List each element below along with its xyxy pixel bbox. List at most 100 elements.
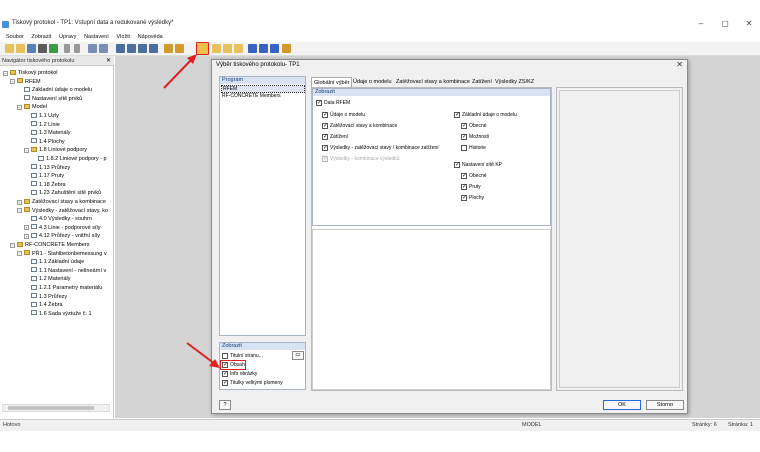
tree-item[interactable]: 4.12 Průřezy - vnitřní síly [31, 232, 100, 240]
tree-item[interactable]: 4.3 Linie - podporové síly [31, 224, 100, 232]
menu-upravy[interactable]: Úpravy [59, 32, 76, 42]
tree-item[interactable]: 1.2.1 Parametry materiálu [31, 284, 102, 292]
toolbar [0, 42, 760, 56]
tree-item[interactable]: Model [24, 103, 47, 111]
status-pages: Stránky: 6 [692, 422, 717, 428]
tree-expander[interactable]: + [24, 233, 29, 239]
mesh-surfaces-checkbox[interactable]: ✓ [461, 195, 467, 201]
tab-global-selection[interactable]: Globální výběr [311, 77, 353, 87]
magnify-out-icon[interactable] [138, 44, 147, 53]
menu-nastaveni[interactable]: Nastavení [84, 32, 109, 42]
minimize-icon[interactable]: – [694, 19, 708, 29]
tree-item[interactable]: Zatěžovací stavy a kombinace [24, 198, 106, 206]
tab-load-cases[interactable]: Zatěžovací stavy a kombinace [394, 77, 472, 87]
tree-expander[interactable]: − [17, 104, 22, 110]
data-rfem-checkbox[interactable]: ✓ [316, 100, 322, 106]
menu-soubor[interactable]: Soubor [6, 32, 24, 42]
tree-item[interactable]: 1.1 Uzly [31, 112, 59, 120]
magnify-in-icon[interactable] [127, 44, 136, 53]
tree-expander[interactable]: − [10, 242, 15, 248]
open-icon[interactable] [16, 44, 25, 53]
model-basic-checkbox[interactable]: ✓ [454, 112, 460, 118]
tree-item[interactable]: 1.4 Plochy [31, 138, 65, 146]
tree-item[interactable]: 1.6 Sada výztuže č. 1 [31, 310, 92, 318]
tree-item[interactable]: 1.1 Nastavení - nelineární v [31, 267, 106, 275]
program-item-rfem[interactable]: RFEM [221, 85, 305, 93]
tree-expander[interactable]: + [24, 225, 29, 231]
close-icon[interactable]: ✕ [106, 57, 111, 64]
link3-icon[interactable] [270, 44, 279, 53]
tree-item[interactable]: Nastavení sítě prvků [24, 95, 82, 103]
model-history-checkbox[interactable] [461, 145, 467, 151]
uppercase-titles-checkbox[interactable]: ✓ [222, 380, 228, 386]
tree-expander[interactable]: − [24, 147, 29, 153]
tab-model-data[interactable]: Údaje o modelu [351, 77, 394, 87]
mesh-members-checkbox[interactable]: ✓ [461, 184, 467, 190]
save-icon[interactable] [27, 44, 36, 53]
tree-item[interactable]: 1.2 Materiály [31, 275, 71, 283]
tree-item[interactable]: 1.2 Linie [31, 121, 60, 129]
mesh-surfaces-label: Plochy [469, 195, 485, 201]
tree-item[interactable]: RF-CONCRETE Members [17, 241, 89, 249]
tree-item[interactable]: Výsledky - zatěžovací stavy, ko [24, 207, 108, 215]
new-icon[interactable] [5, 44, 14, 53]
model-data-checkbox[interactable]: ✓ [322, 112, 328, 118]
tab-loads[interactable]: Zatížení [470, 77, 494, 87]
program-item-rf-concrete[interactable]: RF-CONCRETE Members [222, 93, 281, 99]
tree-item[interactable]: 1.18 Žebra [31, 181, 66, 189]
tree-expander[interactable]: − [10, 79, 15, 85]
link2-icon[interactable] [259, 44, 268, 53]
tab-content: Zobrazit ✓ Data RFEM ✓ Údaje o modelu ✓ … [311, 87, 552, 391]
print-icon[interactable] [38, 44, 47, 53]
tree-item[interactable]: 1.13 Průřezy [31, 164, 70, 172]
tree-expander[interactable]: − [17, 251, 22, 257]
results-lc-checkbox[interactable]: ✓ [322, 145, 328, 151]
cancel-button[interactable]: Storno [646, 400, 684, 410]
delete-icon[interactable] [234, 44, 243, 53]
menu-napoveda[interactable]: Nápověda [138, 32, 163, 42]
tree-item[interactable]: 1.17 Pruty [31, 172, 64, 180]
tree-item[interactable]: 1.23 Zahuštění sítě prvků [31, 189, 101, 197]
loads-checkbox[interactable]: ✓ [322, 134, 328, 140]
zoom-icon[interactable] [88, 44, 97, 53]
maximize-icon[interactable]: ▢ [718, 19, 732, 29]
tree-item[interactable]: 1.8.2 Liniové podpory - p [38, 155, 107, 163]
forward-icon[interactable] [74, 44, 80, 53]
model-options-checkbox[interactable]: ✓ [461, 134, 467, 140]
ok-button[interactable]: OK [603, 400, 641, 410]
page-icon[interactable] [99, 44, 108, 53]
fit-icon[interactable] [149, 44, 158, 53]
menu-vlozit[interactable]: Vložit [117, 32, 130, 42]
close-icon[interactable]: ✕ [676, 60, 683, 69]
tree-item[interactable]: 1.3 Průřezy [31, 293, 67, 301]
view-icon[interactable] [116, 44, 125, 53]
help-button[interactable]: ? [219, 400, 231, 410]
tree-expander[interactable]: − [3, 70, 8, 76]
tree-expander[interactable]: − [17, 208, 22, 214]
mesh-settings-checkbox[interactable]: ✓ [454, 162, 460, 168]
mesh-general-checkbox[interactable]: ✓ [461, 173, 467, 179]
edit-icon[interactable] [223, 44, 232, 53]
tree-item[interactable]: RFEM [17, 78, 41, 86]
tree-item[interactable]: 1.8 Liniové podpory [31, 146, 87, 154]
close-icon[interactable]: ✕ [742, 19, 756, 29]
load-cases-checkbox[interactable]: ✓ [322, 123, 328, 129]
menu-zobrazit[interactable]: Zobrazit [31, 32, 51, 42]
tree-item[interactable]: 1.4 Žebra [31, 301, 63, 309]
settings-icon[interactable] [282, 44, 291, 53]
tree-expander[interactable]: + [17, 199, 22, 205]
link-icon[interactable] [248, 44, 257, 53]
tree-item[interactable]: Tiskový protokol [10, 69, 58, 77]
tab-results[interactable]: Výsledky ZS/KZ [493, 77, 536, 87]
tree-item[interactable]: 1.3 Materiály [31, 129, 71, 137]
title-page-edit-button[interactable]: ▭ [292, 351, 304, 360]
model-general-checkbox[interactable]: ✓ [461, 123, 467, 129]
scrollbar-thumb[interactable] [8, 406, 94, 410]
tree-item[interactable]: 1.1 Základní údaje [31, 258, 84, 266]
insert-icon[interactable] [212, 44, 221, 53]
tree-item[interactable]: Základní údaje o modelu [24, 86, 92, 94]
tree-item[interactable]: 4.0 Výsledky - souhrn [31, 215, 92, 223]
tree-item[interactable]: PŘ1 - Stahlbetonbemessung v [24, 250, 107, 258]
back-icon[interactable] [64, 44, 70, 53]
refresh-icon[interactable] [49, 44, 58, 53]
